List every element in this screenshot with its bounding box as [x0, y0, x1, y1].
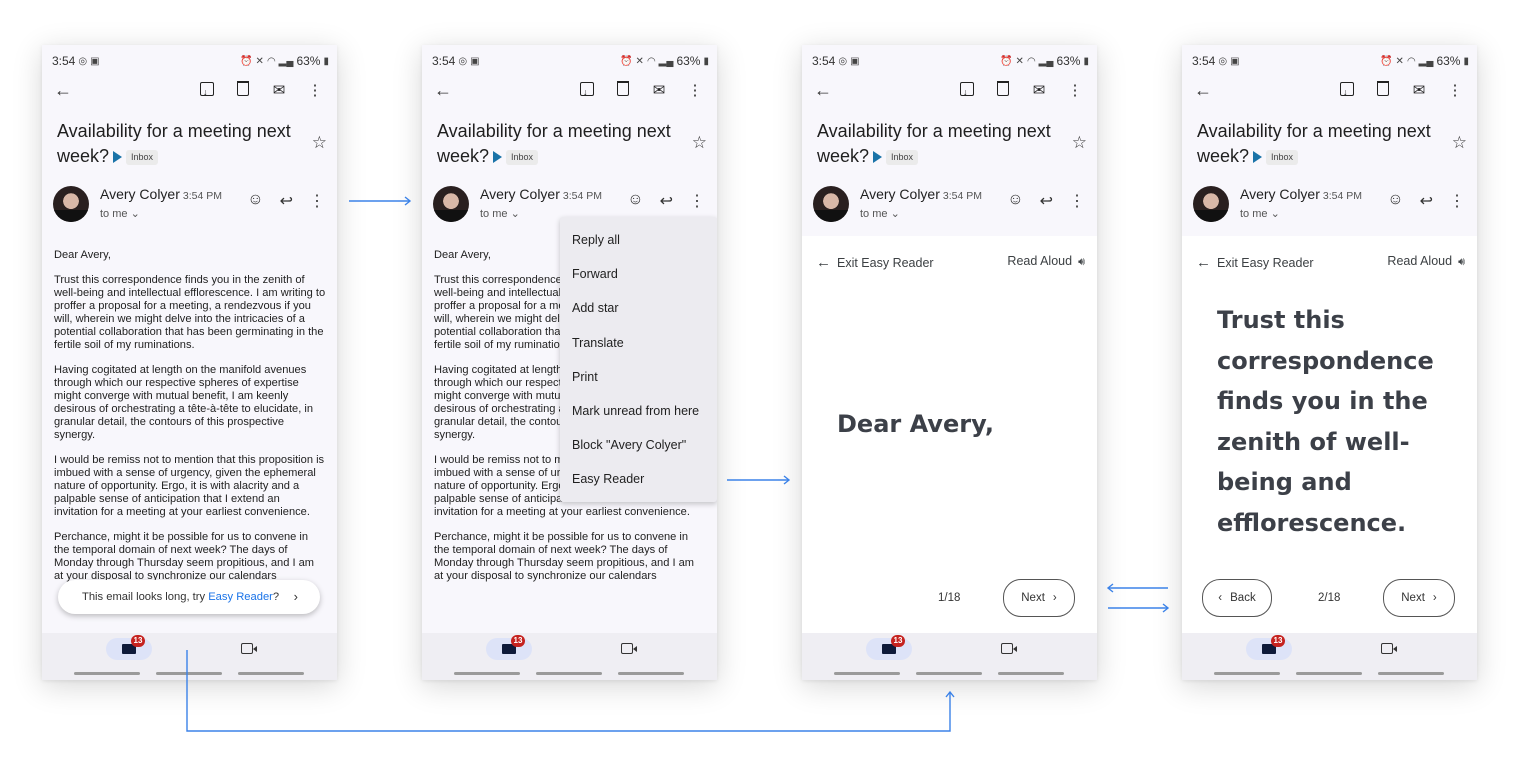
flow-arrow-back: [1106, 583, 1168, 593]
flow-arrow-easy-reader: [727, 475, 791, 485]
flow-arrow-menu: [349, 196, 412, 206]
flow-arrow-toast: [186, 650, 955, 732]
flow-arrow-next: [1108, 603, 1170, 613]
flow-arrows: [186, 196, 1170, 732]
